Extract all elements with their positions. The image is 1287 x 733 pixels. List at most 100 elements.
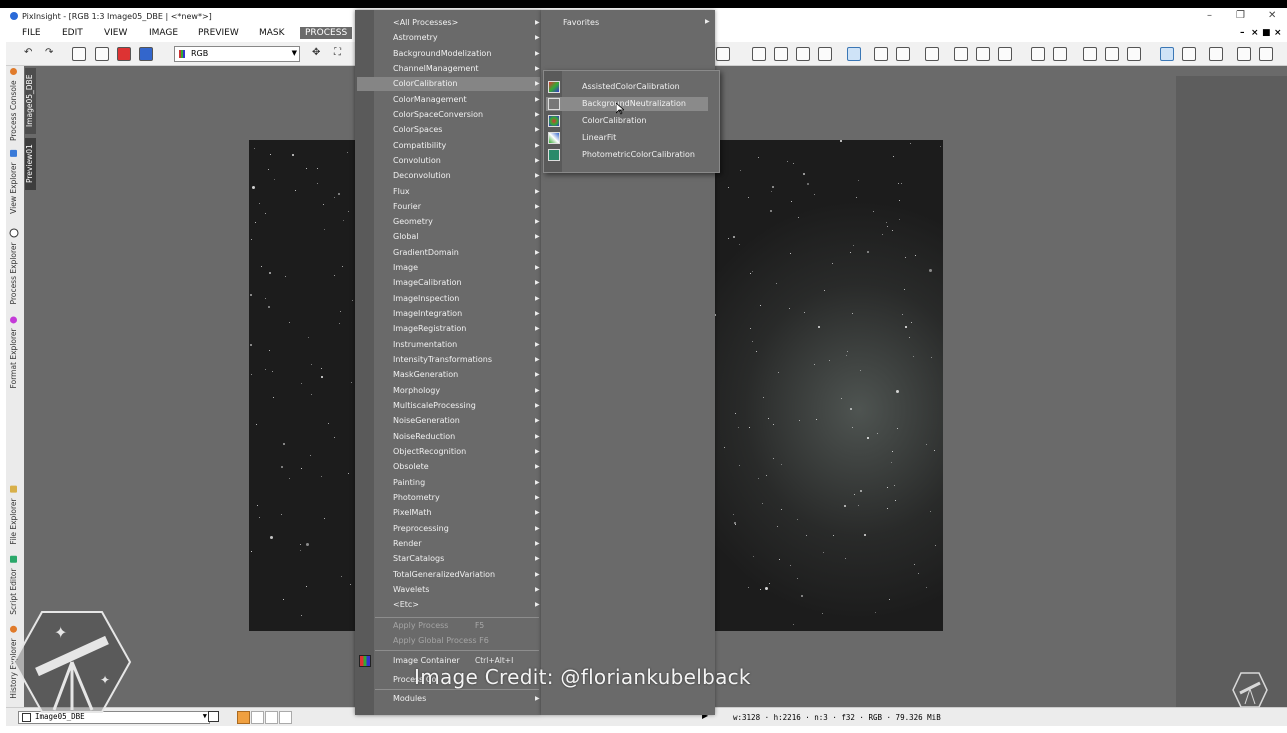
menu-item-photometric-color-calibration[interactable]: PhotometricColorCalibration <box>582 150 695 159</box>
mdi-close-button[interactable]: × <box>1274 28 1282 38</box>
toolbar-button[interactable] <box>1031 47 1045 61</box>
menu-item-etc[interactable]: <Etc> <box>393 600 419 609</box>
menu-item-color-space-conversion[interactable]: ColorSpaceConversion <box>393 110 483 119</box>
toolbar-button[interactable] <box>1209 47 1223 61</box>
menu-item-total-generalized-variation[interactable]: TotalGeneralizedVariation <box>393 570 495 579</box>
restore-button[interactable]: ❐ <box>1236 10 1245 21</box>
menu-item-deconvolution[interactable]: Deconvolution <box>393 171 451 180</box>
toolbar-button[interactable] <box>976 47 990 61</box>
toolbar-button[interactable] <box>896 47 910 61</box>
menu-item-modules[interactable]: Modules <box>393 694 426 703</box>
menu-item-image[interactable]: Image <box>393 263 418 272</box>
toolbar-button[interactable] <box>1105 47 1119 61</box>
menu-item-noise-generation[interactable]: NoiseGeneration <box>393 416 460 425</box>
menu-item-astrometry[interactable]: Astrometry <box>393 33 438 42</box>
menu-item-pixel-math[interactable]: PixelMath <box>393 508 432 517</box>
menu-item-color-management[interactable]: ColorManagement <box>393 95 467 104</box>
menu-item-instrumentation[interactable]: Instrumentation <box>393 340 457 349</box>
close-button[interactable]: ✕ <box>1268 10 1276 21</box>
mdi-maximize-button[interactable]: ■ <box>1262 28 1271 38</box>
menu-item-image-integration[interactable]: ImageIntegration <box>393 309 462 318</box>
menu-item-global[interactable]: Global <box>393 232 419 241</box>
menu-item-geometry[interactable]: Geometry <box>393 217 433 226</box>
minimize-button[interactable]: – <box>1207 10 1212 21</box>
toolbar-button[interactable] <box>1127 47 1141 61</box>
view-tab-preview01[interactable]: Preview01 <box>25 138 36 190</box>
menu-item-image-inspection[interactable]: ImageInspection <box>393 294 459 303</box>
toolbar-button[interactable] <box>998 47 1012 61</box>
fit-view-icon[interactable]: ⛶ <box>334 47 341 58</box>
sidebar-tab-script-editor[interactable]: Script Editor <box>9 556 18 615</box>
toolbar-button[interactable] <box>1053 47 1067 61</box>
menu-item-fourier[interactable]: Fourier <box>393 202 421 211</box>
menu-item-convolution[interactable]: Convolution <box>393 156 441 165</box>
toolbar-button[interactable] <box>796 47 810 61</box>
sidebar-tab-process-console[interactable]: Process Console <box>9 68 18 141</box>
menu-item-intensity-transformations[interactable]: IntensityTransformations <box>393 355 492 364</box>
toolbar-button-active[interactable] <box>1160 47 1174 61</box>
menu-item-image-container[interactable]: Image Container <box>393 656 460 665</box>
menu-item-all processes[interactable]: <All Processes> <box>393 18 458 27</box>
undo-icon[interactable]: ↶ <box>24 47 32 58</box>
statusbar-button[interactable] <box>208 711 219 722</box>
sidebar-tab-process-explorer[interactable]: Process Explorer <box>9 228 19 304</box>
statusbar-button[interactable] <box>251 711 264 724</box>
toolbar-button[interactable] <box>139 47 153 61</box>
sidebar-tab-file-explorer[interactable]: File Explorer <box>9 486 18 545</box>
pan-icon[interactable]: ✥ <box>312 47 320 58</box>
toolbar-button[interactable] <box>716 47 730 61</box>
menu-item-object-recognition[interactable]: ObjectRecognition <box>393 447 466 456</box>
menu-item-color-calibration[interactable]: ColorCalibration <box>393 79 457 88</box>
menu-item-background-neutralization[interactable]: BackgroundNeutralization <box>582 99 686 108</box>
menu-mask[interactable]: MASK <box>259 28 285 38</box>
menu-item-star-catalogs[interactable]: StarCatalogs <box>393 554 444 563</box>
menu-item-obsolete[interactable]: Obsolete <box>393 462 429 471</box>
menu-item-gradient-domain[interactable]: GradientDomain <box>393 248 459 257</box>
menu-item-favorites[interactable]: Favorites <box>563 18 599 27</box>
menu-item-color-spaces[interactable]: ColorSpaces <box>393 125 442 134</box>
menu-item-render[interactable]: Render <box>393 539 421 548</box>
mdi-shade-button[interactable]: × <box>1251 28 1259 38</box>
channel-combo[interactable]: RGB ▼ <box>174 46 300 62</box>
menu-edit[interactable]: EDIT <box>62 28 83 38</box>
menu-item-compatibility[interactable]: Compatibility <box>393 141 446 150</box>
view-tab-image05-dbe[interactable]: Image05_DBE <box>25 68 36 134</box>
toolbar-button[interactable] <box>1259 47 1273 61</box>
menu-process[interactable]: PROCESS <box>300 27 353 39</box>
mdi-minimize-button[interactable]: – <box>1240 28 1245 38</box>
toolbar-button[interactable] <box>752 47 766 61</box>
toolbar-button[interactable] <box>1083 47 1097 61</box>
menu-item-image-calibration[interactable]: ImageCalibration <box>393 278 462 287</box>
toolbar-button[interactable] <box>72 47 86 61</box>
menu-item-assisted-color-calibration[interactable]: AssistedColorCalibration <box>582 82 680 91</box>
sidebar-tab-format-explorer[interactable]: Format Explorer <box>9 316 18 388</box>
toolbar-button[interactable] <box>874 47 888 61</box>
menu-item-multiscale-processing[interactable]: MultiscaleProcessing <box>393 401 476 410</box>
menu-item-photometry[interactable]: Photometry <box>393 493 440 502</box>
toolbar-button[interactable] <box>818 47 832 61</box>
statusbar-button[interactable] <box>279 711 292 724</box>
sidebar-tab-view-explorer[interactable]: View Explorer <box>9 150 18 214</box>
toolbar-button[interactable] <box>1182 47 1196 61</box>
menu-item-wavelets[interactable]: Wavelets <box>393 585 429 594</box>
menu-item-mask-generation[interactable]: MaskGeneration <box>393 370 458 379</box>
toolbar-button[interactable] <box>954 47 968 61</box>
menu-item-linear-fit[interactable]: LinearFit <box>582 133 616 142</box>
menu-file[interactable]: FILE <box>22 28 41 38</box>
menu-item-preprocessing[interactable]: Preprocessing <box>393 524 449 533</box>
statusbar-button-active[interactable] <box>237 711 250 724</box>
toolbar-button[interactable] <box>117 47 131 61</box>
menu-item-background-modelization[interactable]: BackgroundModelization <box>393 49 491 58</box>
toolbar-button-active[interactable] <box>847 47 861 61</box>
toolbar-button[interactable] <box>774 47 788 61</box>
menu-item-channel-management[interactable]: ChannelManagement <box>393 64 479 73</box>
redo-icon[interactable]: ↷ <box>45 47 53 58</box>
toolbar-button[interactable] <box>95 47 109 61</box>
menu-image[interactable]: IMAGE <box>149 28 178 38</box>
menu-item-morphology[interactable]: Morphology <box>393 386 440 395</box>
menu-item-painting[interactable]: Painting <box>393 478 425 487</box>
menu-preview[interactable]: PREVIEW <box>198 28 239 38</box>
menu-item-noise-reduction[interactable]: NoiseReduction <box>393 432 455 441</box>
toolbar-button[interactable] <box>1237 47 1251 61</box>
toolbar-button[interactable] <box>925 47 939 61</box>
